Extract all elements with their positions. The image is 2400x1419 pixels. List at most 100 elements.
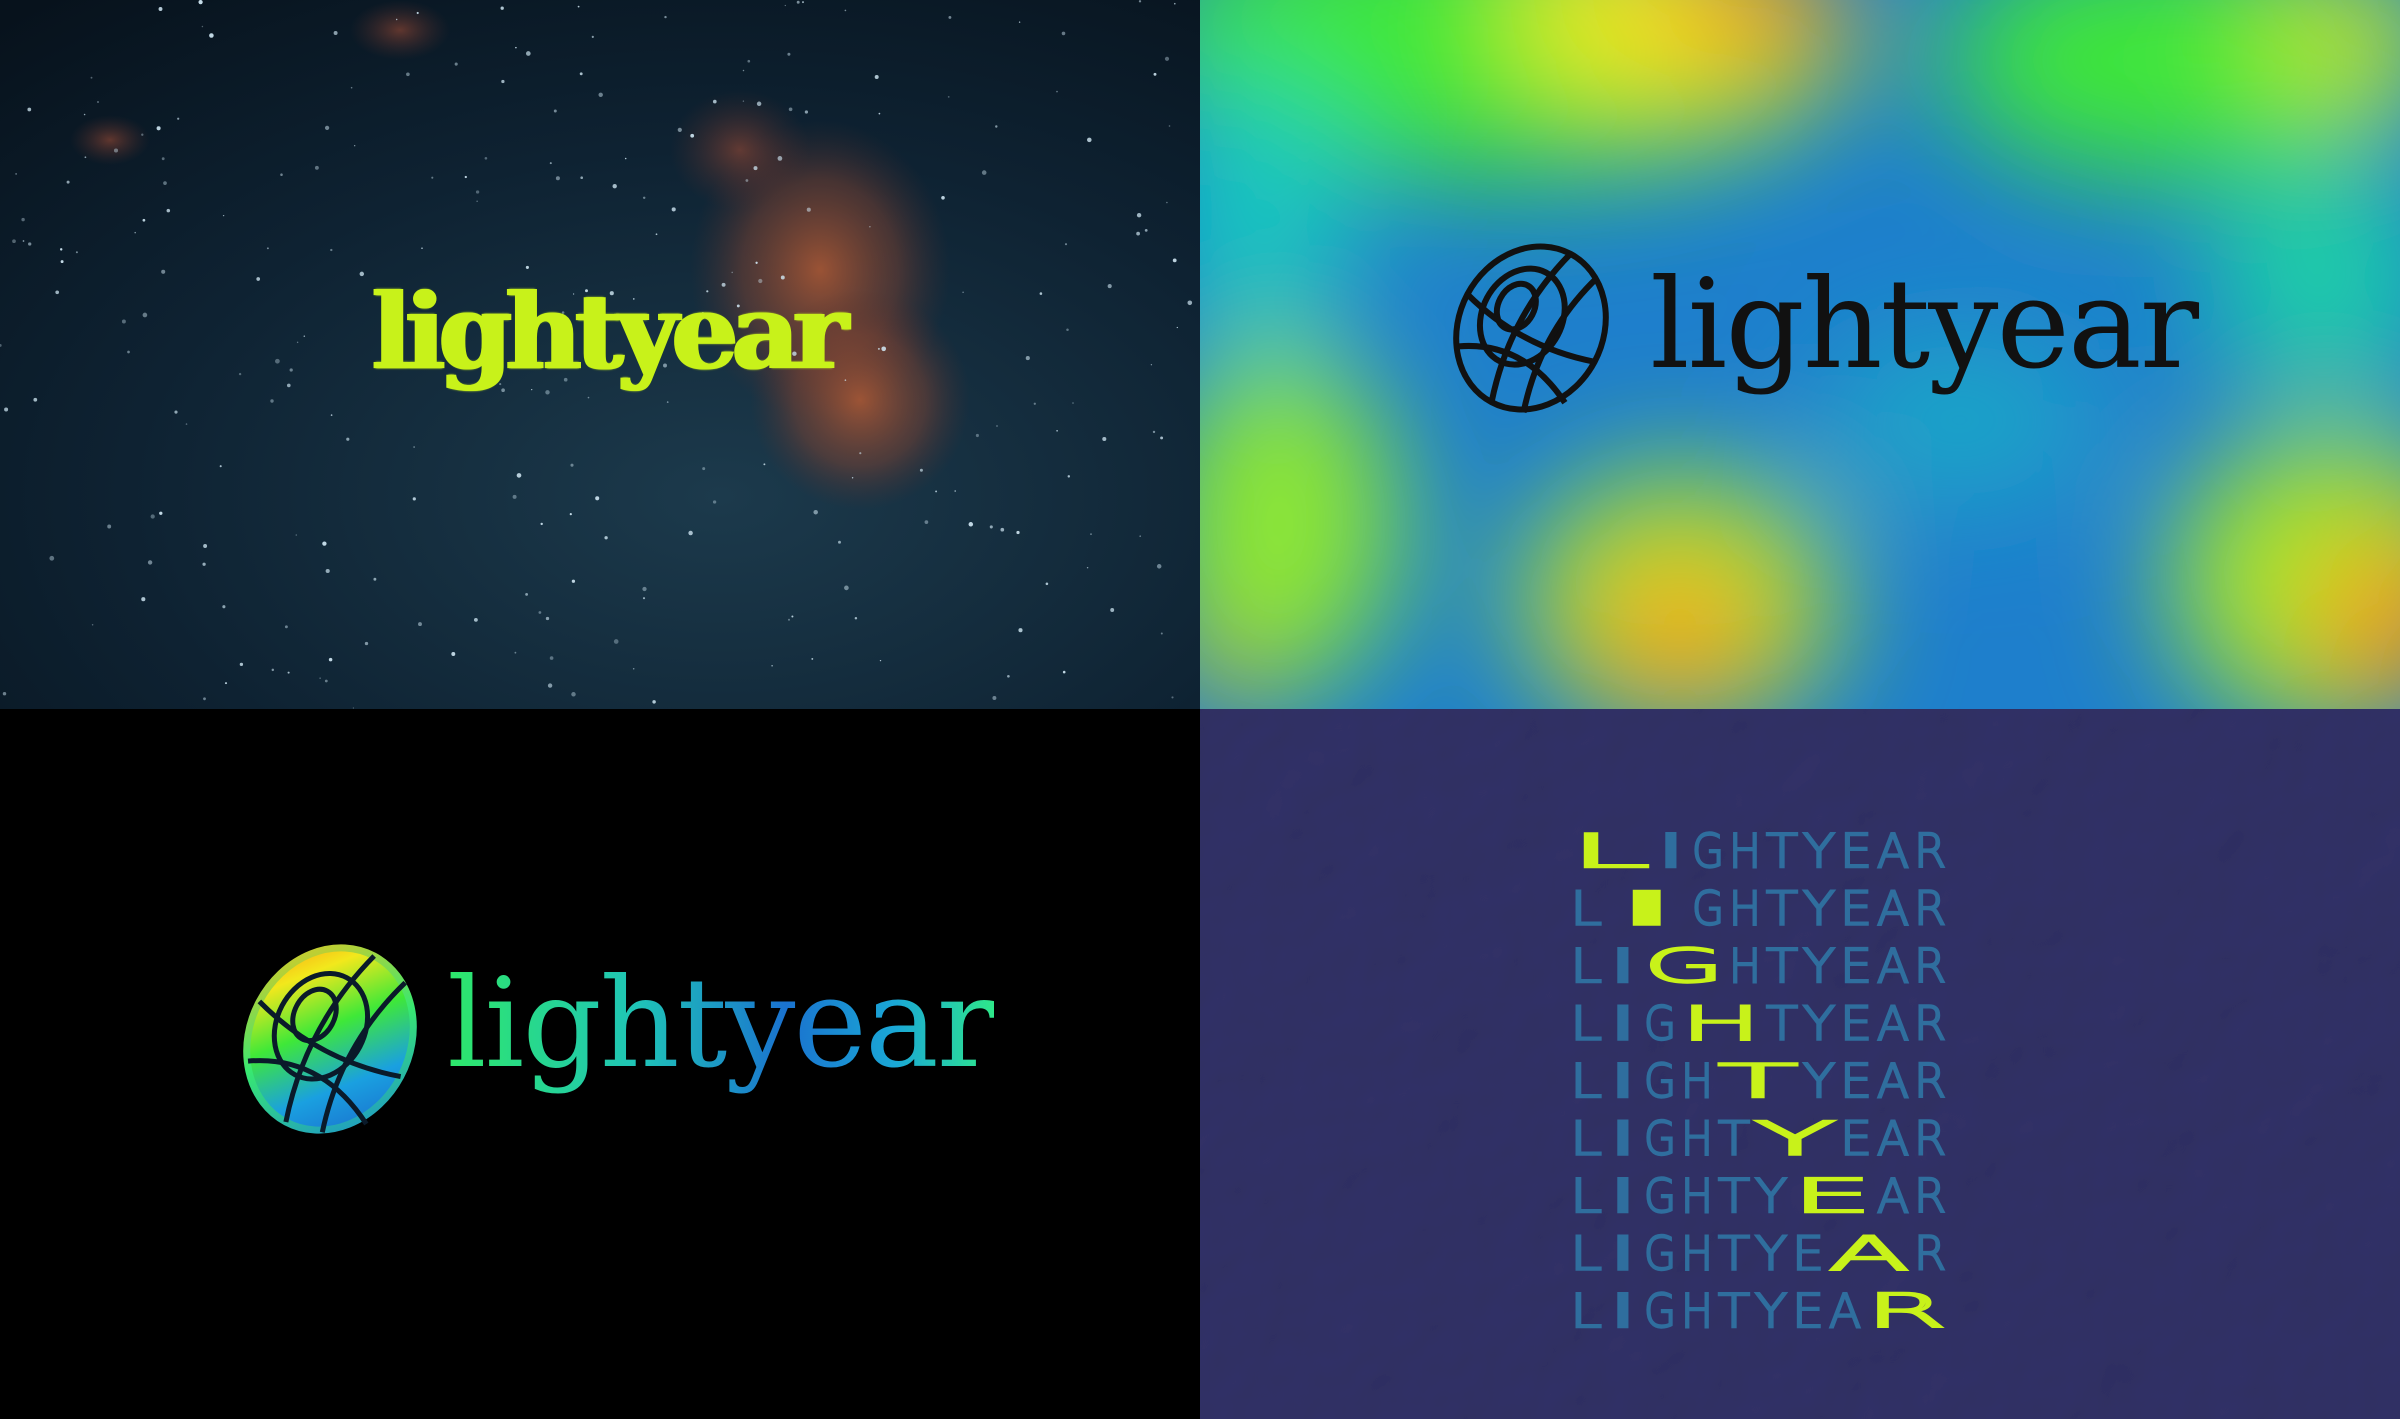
star — [280, 173, 283, 176]
star — [514, 651, 517, 654]
stack-letter: E — [1840, 1054, 1872, 1108]
star — [948, 15, 952, 19]
stack-letter: Y — [1803, 1054, 1835, 1108]
star — [198, 0, 203, 5]
star — [202, 562, 206, 566]
stack-letter: Y — [1803, 939, 1835, 993]
star — [113, 148, 119, 153]
star — [275, 358, 280, 364]
star — [142, 218, 146, 222]
star — [1072, 402, 1074, 404]
star — [373, 577, 377, 581]
star — [516, 473, 522, 478]
star — [330, 248, 333, 252]
star — [270, 399, 274, 403]
lightyear-letter-stack: L I G H T Y E A RL I G H T Y E A RL I G H T Y E A RL I G H T Y E A RL I G H… — [1570, 823, 1947, 1337]
star — [28, 242, 32, 246]
star — [788, 618, 790, 621]
star — [612, 184, 617, 189]
star — [395, 18, 398, 21]
star — [107, 524, 112, 529]
torus-logo-icon — [243, 944, 417, 1134]
star — [271, 668, 275, 672]
stack-letter: G — [1644, 1054, 1676, 1108]
star — [787, 52, 791, 56]
letter-row: LIGHTYEAR — [1570, 938, 1947, 994]
star — [712, 99, 717, 104]
wordmark-gradient: lightyear — [447, 952, 996, 1096]
stack-letter: G — [1644, 997, 1676, 1051]
stack-letter: L — [1570, 1284, 1602, 1337]
star — [4, 407, 9, 412]
star — [1107, 284, 1112, 289]
letter-row: LIGHTYEAR — [1570, 1283, 1947, 1337]
star — [1007, 674, 1010, 678]
star — [161, 269, 166, 274]
star — [763, 463, 766, 466]
star — [141, 597, 146, 602]
torus-logo-icon — [1453, 243, 1609, 413]
star — [177, 117, 180, 120]
letter-row: LIGHTYEAR — [1570, 1168, 1947, 1224]
stack-letter: Y — [1803, 997, 1835, 1051]
star — [962, 291, 964, 293]
letter-row: LIGHTYEAR — [1570, 1225, 1947, 1281]
star — [571, 579, 576, 583]
star — [813, 509, 818, 515]
stack-letter: H — [1681, 1169, 1713, 1223]
star — [22, 240, 25, 242]
star — [1018, 628, 1023, 633]
star — [604, 536, 608, 540]
star — [879, 659, 882, 662]
star — [941, 196, 945, 200]
star — [203, 697, 206, 701]
star — [1016, 530, 1020, 535]
star — [996, 425, 998, 427]
star — [756, 101, 762, 107]
star — [1168, 125, 1171, 127]
star — [256, 277, 261, 281]
stack-letter: Y — [1803, 882, 1835, 936]
star — [947, 96, 950, 98]
star — [412, 497, 416, 501]
star — [742, 69, 745, 72]
stack-letter: R — [1914, 824, 1946, 878]
stack-letter: I — [1607, 997, 1639, 1051]
star — [549, 162, 552, 165]
star — [851, 477, 854, 479]
star — [141, 133, 144, 136]
stack-letter: Y — [1755, 1169, 1787, 1223]
stack-letter: A — [1877, 939, 1909, 993]
star — [796, 0, 800, 4]
star — [1174, 2, 1176, 5]
stack-letter: E — [1792, 1284, 1824, 1337]
star — [1172, 258, 1177, 263]
stack-letter: Y — [1755, 1284, 1787, 1337]
star — [66, 180, 70, 184]
stack-letter: L — [1570, 939, 1602, 993]
star — [219, 465, 222, 468]
star — [577, 5, 580, 8]
star — [642, 586, 647, 592]
highlighted-letter: H — [1681, 997, 1761, 1051]
star — [655, 233, 658, 236]
star — [591, 35, 594, 39]
stack-letter: I — [1607, 1284, 1639, 1337]
star — [350, 86, 353, 89]
star — [1164, 56, 1170, 61]
star — [1039, 292, 1043, 295]
star — [771, 665, 773, 667]
stack-letter: L — [1570, 1112, 1602, 1166]
star — [975, 433, 979, 438]
star — [878, 112, 881, 115]
stack-letter: E — [1792, 1227, 1824, 1281]
stack-letter: I — [1655, 824, 1687, 878]
star — [416, 11, 419, 15]
star — [1176, 326, 1178, 329]
stack-letter: I — [1607, 939, 1639, 993]
star — [954, 490, 956, 492]
star — [1067, 475, 1071, 478]
star — [1139, 535, 1141, 537]
star — [159, 511, 163, 515]
stack-letter: I — [1607, 1112, 1639, 1166]
